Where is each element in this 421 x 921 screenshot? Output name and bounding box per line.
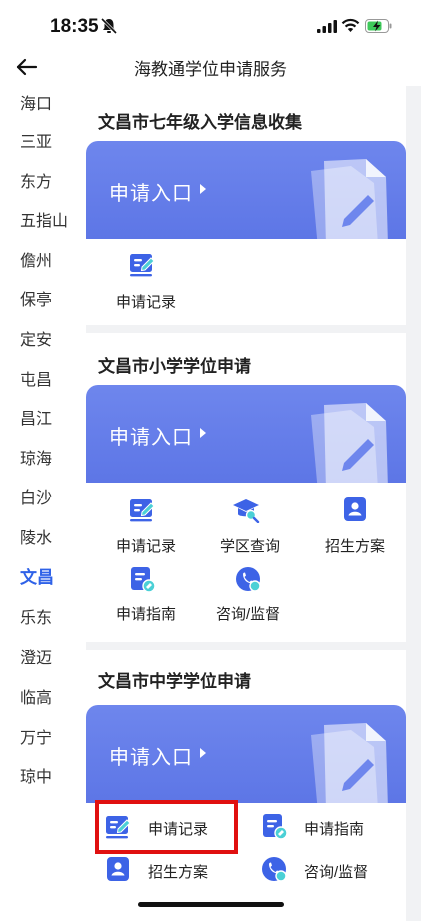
- region-item[interactable]: 乐东: [20, 604, 52, 628]
- region-list: 海口 三亚 东方 五指山 儋州 保亭 定安 屯昌 昌江 琼海 白沙 陵水 文昌 …: [0, 86, 86, 921]
- main-content: 文昌市七年级入学信息收集 申请入口 申请记录 文昌市小学学位申请 申请入口 申请…: [86, 86, 421, 921]
- apply-entry-label: 申请入口: [109, 183, 193, 205]
- chevron-right-icon: [200, 748, 206, 758]
- section-primary: 文昌市小学学位申请 申请入口 申请记录 学区查询 招生方案 申请指南 咨询/监督: [86, 333, 406, 642]
- entry-label: 申请指南: [116, 606, 177, 623]
- region-item[interactable]: 保亭: [20, 286, 52, 310]
- school-district-icon: [232, 495, 260, 523]
- bell-slash-icon: [100, 17, 118, 35]
- apply-entry-banner[interactable]: 申请入口: [86, 705, 406, 803]
- region-item[interactable]: 陵水: [20, 524, 52, 548]
- region-item[interactable]: 琼中: [20, 763, 52, 787]
- entry-label: 招生方案: [148, 864, 209, 881]
- region-item[interactable]: 东方: [20, 168, 52, 192]
- entry-apply-record[interactable]: 申请记录: [102, 493, 192, 555]
- consult-icon: [260, 855, 288, 883]
- region-item[interactable]: 澄迈: [20, 644, 52, 668]
- region-item[interactable]: 万宁: [20, 724, 52, 748]
- region-item-active[interactable]: 文昌: [20, 563, 54, 588]
- entry-apply-guide[interactable]: 申请指南: [256, 810, 386, 846]
- enrollment-plan-icon: [341, 495, 369, 523]
- signal-icon: [317, 20, 337, 33]
- chevron-right-icon: [200, 428, 206, 438]
- battery-charging-icon: [365, 19, 392, 33]
- entry-label: 申请记录: [116, 294, 177, 311]
- folder-pen-illustration: [256, 385, 406, 483]
- section-title: 文昌市小学学位申请: [98, 357, 251, 376]
- apply-entry-label: 申请入口: [109, 427, 193, 449]
- page-title: 海教通学位申请服务: [134, 60, 287, 79]
- record-icon: [128, 250, 156, 278]
- status-bar: 18:35: [0, 0, 421, 50]
- entry-consult[interactable]: 咨询/监督: [256, 853, 386, 889]
- record-icon: [128, 495, 156, 523]
- apply-entry-label: 申请入口: [109, 747, 193, 769]
- region-item[interactable]: 临高: [20, 684, 52, 708]
- entry-enrollment-plan[interactable]: 招生方案: [309, 493, 401, 555]
- entry-label: 申请记录: [116, 538, 177, 555]
- entry-label: 咨询/监督: [304, 864, 369, 881]
- apply-entry-banner[interactable]: 申请入口: [86, 141, 406, 239]
- enrollment-plan-icon: [104, 855, 132, 883]
- guide-icon: [128, 565, 156, 593]
- home-indicator: [138, 902, 284, 907]
- wifi-icon: [341, 18, 360, 32]
- entry-label: 咨询/监督: [216, 606, 281, 623]
- chevron-right-icon: [200, 184, 206, 194]
- region-item[interactable]: 定安: [20, 326, 52, 350]
- folder-pen-illustration: [256, 705, 406, 803]
- region-item[interactable]: 昌江: [20, 405, 52, 429]
- region-item[interactable]: 儋州: [20, 247, 52, 271]
- section-grade7: 文昌市七年级入学信息收集 申请入口 申请记录: [86, 86, 406, 325]
- entry-school-district[interactable]: 学区查询: [206, 493, 296, 555]
- consult-icon: [234, 565, 262, 593]
- section-title: 文昌市中学学位申请: [98, 672, 251, 691]
- entry-label: 申请指南: [304, 821, 365, 838]
- entry-apply-record[interactable]: 申请记录: [102, 246, 192, 311]
- region-item[interactable]: 白沙: [20, 484, 52, 508]
- entry-enrollment-plan[interactable]: 招生方案: [100, 853, 230, 889]
- region-item[interactable]: 五指山: [20, 207, 68, 231]
- apply-entry-banner[interactable]: 申请入口: [86, 385, 406, 483]
- nav-bar: 海教通学位申请服务: [0, 50, 421, 86]
- entry-consult[interactable]: 咨询/监督: [206, 563, 296, 623]
- entry-label: 学区查询: [220, 538, 281, 555]
- region-item[interactable]: 三亚: [20, 128, 52, 152]
- status-time: 18:35: [50, 16, 99, 37]
- folder-pen-illustration: [256, 141, 406, 239]
- region-item[interactable]: 海口: [20, 90, 52, 114]
- section-middle: 文昌市中学学位申请 申请入口 申请记录 申请指南 招生方案 咨询/监督: [86, 650, 406, 921]
- entry-label: 招生方案: [325, 538, 386, 555]
- highlight-box: [95, 800, 238, 854]
- entry-apply-guide[interactable]: 申请指南: [102, 563, 192, 623]
- region-item[interactable]: 琼海: [20, 445, 52, 469]
- section-title: 文昌市七年级入学信息收集: [98, 113, 302, 132]
- guide-icon: [260, 812, 288, 840]
- region-item[interactable]: 屯昌: [20, 366, 52, 390]
